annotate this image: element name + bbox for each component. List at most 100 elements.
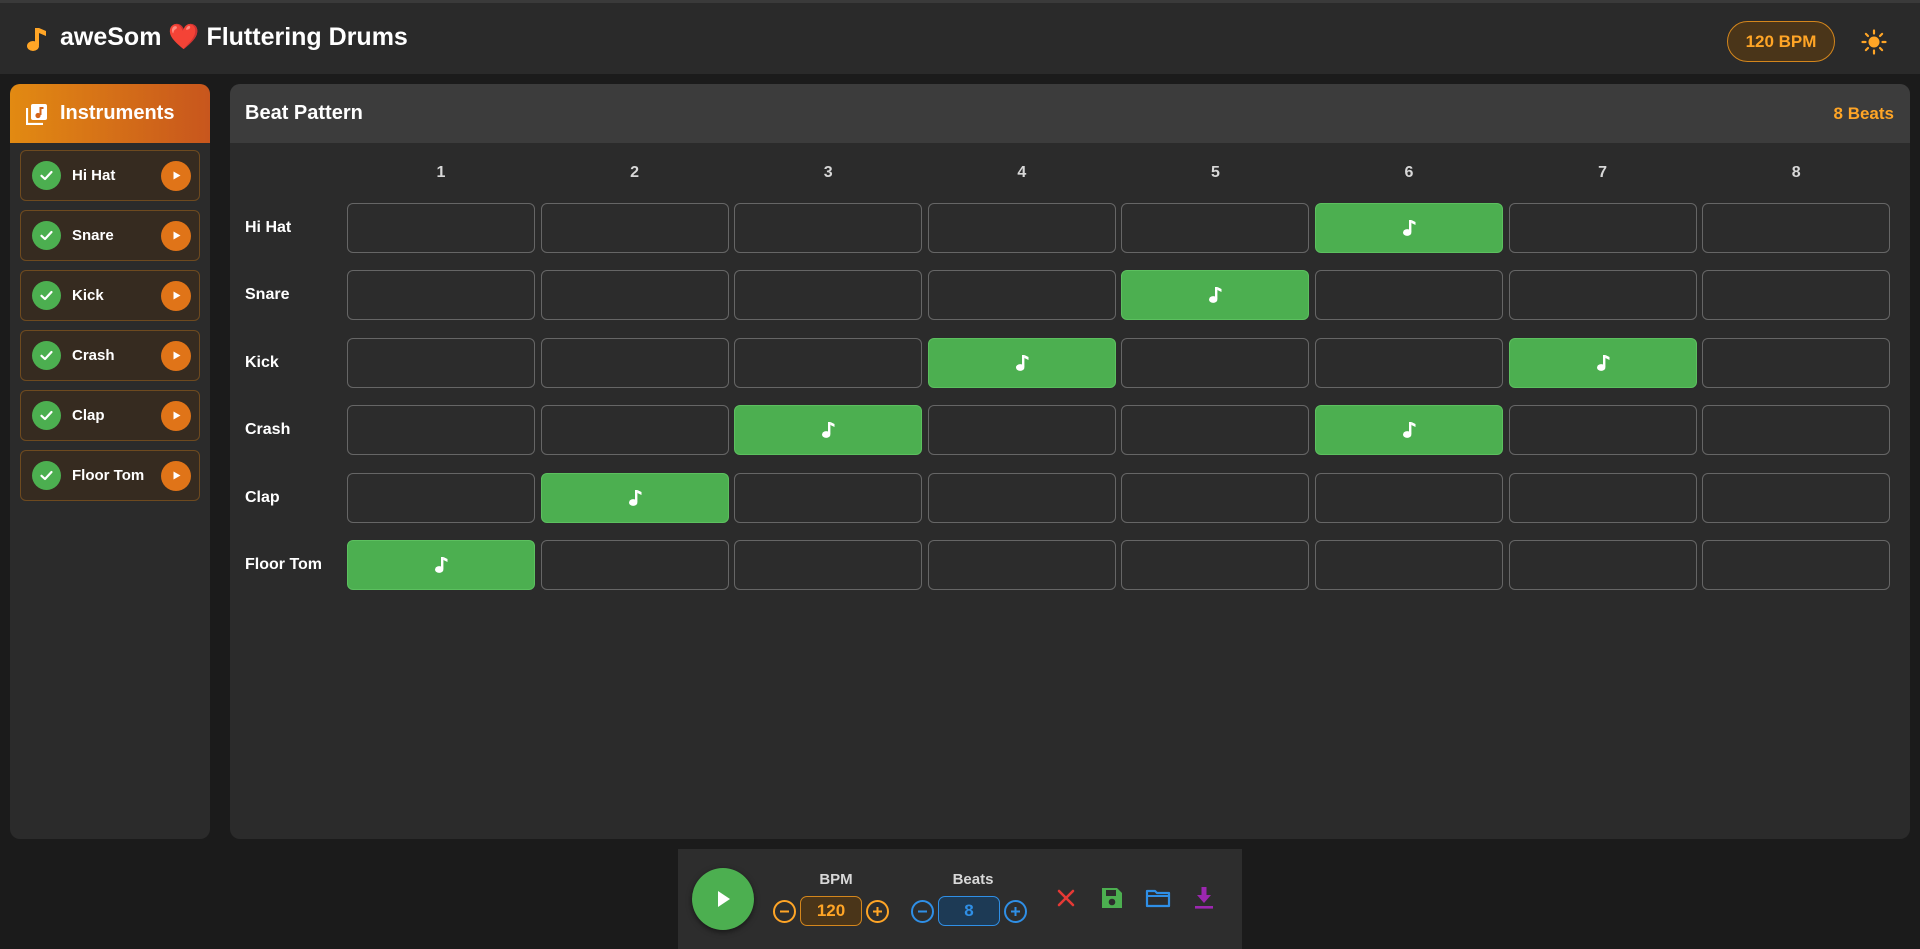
enabled-toggle[interactable] [32, 221, 61, 250]
beat-cell[interactable] [1702, 270, 1891, 321]
beat-cell[interactable] [540, 405, 729, 456]
beat-cell[interactable] [1508, 472, 1697, 523]
beat-cell[interactable] [1121, 270, 1310, 321]
beat-cell[interactable] [540, 337, 729, 388]
instrument-name: Hi Hat [72, 167, 116, 184]
beat-cell[interactable] [1508, 540, 1697, 590]
beat-cell[interactable] [1121, 337, 1310, 388]
enabled-toggle[interactable] [32, 341, 61, 370]
preview-sound-button[interactable] [161, 280, 191, 311]
beat-cell[interactable] [540, 540, 729, 590]
instruments-header: Instruments [10, 84, 210, 143]
beat-cell[interactable] [347, 270, 535, 321]
preview-sound-button[interactable] [161, 340, 191, 371]
download-icon[interactable] [1191, 885, 1217, 911]
instrument-item[interactable]: Kick [20, 270, 200, 321]
beat-cell[interactable] [927, 472, 1116, 523]
row-label: Kick [245, 353, 279, 371]
beat-count-label: 8 Beats [1833, 103, 1894, 123]
beat-cell[interactable] [1702, 203, 1891, 253]
instrument-name: Crash [72, 347, 115, 364]
close-icon[interactable] [1053, 885, 1079, 911]
play-icon [173, 351, 180, 360]
instrument-item[interactable]: Hi Hat [20, 150, 200, 201]
column-number: 7 [1598, 164, 1608, 181]
beat-cell[interactable] [1508, 270, 1697, 321]
beat-cell[interactable] [347, 540, 535, 590]
check-icon [40, 350, 53, 361]
beat-cell[interactable] [734, 472, 923, 523]
beat-cell[interactable] [1121, 203, 1310, 253]
enabled-toggle[interactable] [32, 281, 61, 310]
beats-increment-button[interactable] [1004, 900, 1027, 923]
music-note-icon [1403, 220, 1416, 236]
bpm-input[interactable]: 120 [800, 896, 862, 926]
plus-circle-icon [1011, 907, 1020, 916]
beats-input[interactable]: 8 [938, 896, 1000, 926]
beat-cell[interactable] [1702, 337, 1891, 388]
beat-cell[interactable] [540, 203, 729, 253]
beat-pattern-panel: Beat Pattern 8 Beats 1 2 3 4 5 6 7 8 Hi Hat Snar… [230, 84, 1910, 839]
sun-icon[interactable] [1861, 29, 1887, 55]
enabled-toggle[interactable] [32, 401, 61, 430]
instrument-item[interactable]: Crash [20, 330, 200, 381]
beat-cell[interactable] [927, 540, 1116, 590]
beat-cell[interactable] [347, 203, 535, 253]
check-icon [40, 290, 53, 301]
beat-cell[interactable] [1121, 540, 1310, 590]
transport-controls: BPM 120 Beats 8 [678, 849, 1242, 949]
beat-cell[interactable] [927, 270, 1116, 321]
instrument-item[interactable]: Clap [20, 390, 200, 441]
bpm-decrement-button[interactable] [773, 900, 796, 923]
music-note-icon [1403, 422, 1416, 439]
beat-cell[interactable] [1702, 405, 1891, 456]
enabled-toggle[interactable] [32, 161, 61, 190]
enabled-toggle[interactable] [32, 461, 61, 490]
column-number: 8 [1791, 164, 1801, 181]
beat-cell[interactable] [734, 337, 923, 388]
beat-cell[interactable] [734, 203, 923, 253]
beat-cell[interactable] [1315, 405, 1503, 456]
preview-sound-button[interactable] [161, 400, 191, 431]
bpm-increment-button[interactable] [866, 900, 889, 923]
play-button[interactable] [692, 868, 754, 930]
beat-cell[interactable] [1315, 337, 1503, 388]
beat-cell[interactable] [1121, 405, 1310, 456]
beat-cell[interactable] [1315, 203, 1503, 253]
column-number: 2 [630, 164, 640, 181]
beat-cell[interactable] [734, 270, 923, 321]
preview-sound-button[interactable] [161, 220, 191, 251]
beat-cell[interactable] [734, 540, 923, 590]
preview-sound-button[interactable] [161, 460, 191, 491]
minus-circle-icon [780, 910, 789, 913]
instrument-item[interactable]: Snare [20, 210, 200, 261]
beat-cell[interactable] [927, 337, 1116, 388]
beat-cell[interactable] [1702, 472, 1891, 523]
beat-cell[interactable] [347, 405, 535, 456]
beat-cell[interactable] [1508, 405, 1697, 456]
beat-cell[interactable] [734, 405, 923, 456]
beat-cell[interactable] [1315, 540, 1503, 590]
beat-cell[interactable] [1121, 472, 1310, 523]
row-label: Clap [245, 488, 280, 506]
beat-cell[interactable] [347, 337, 535, 388]
beat-cell[interactable] [1508, 203, 1697, 253]
beats-decrement-button[interactable] [911, 900, 934, 923]
beat-cell[interactable] [1702, 540, 1891, 590]
beat-cell[interactable] [540, 270, 729, 321]
beat-cell[interactable] [347, 472, 535, 523]
save-icon[interactable] [1099, 885, 1125, 911]
music-note-icon [1209, 287, 1222, 304]
beat-cell[interactable] [1315, 270, 1503, 321]
beat-cell[interactable] [540, 472, 729, 523]
beat-cell[interactable] [1315, 472, 1503, 523]
beat-cell[interactable] [1508, 337, 1697, 388]
folder-icon[interactable] [1145, 885, 1171, 911]
instrument-item[interactable]: Floor Tom [20, 450, 200, 501]
beat-cell[interactable] [927, 405, 1116, 456]
plus-circle-icon [873, 907, 882, 916]
beat-cell[interactable] [927, 203, 1116, 253]
preview-sound-button[interactable] [161, 160, 191, 191]
instrument-name: Snare [72, 227, 114, 244]
play-icon [173, 291, 180, 300]
